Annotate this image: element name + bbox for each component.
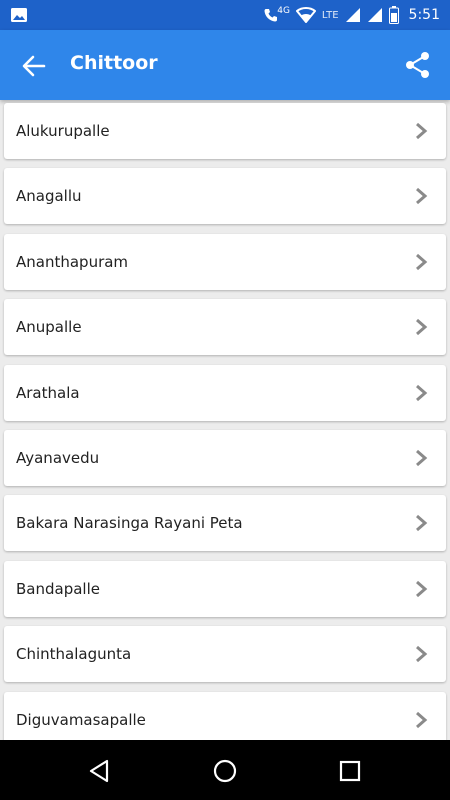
list-item-label: Anagallu (16, 187, 82, 206)
system-nav-bar (0, 740, 450, 800)
battery-icon (388, 6, 399, 24)
chevron-right-icon (416, 188, 428, 205)
back-triangle-icon[interactable] (87, 758, 113, 784)
list-item[interactable]: Ayanavedu (4, 429, 446, 486)
share-icon[interactable] (404, 50, 432, 80)
list-item-label: Arathala (16, 383, 80, 402)
list-item[interactable]: Bandapalle (4, 560, 446, 617)
signal-icon (367, 8, 382, 22)
list-item[interactable]: Anupalle (4, 299, 446, 356)
chevron-right-icon (416, 122, 428, 140)
page-title: Chittoor (70, 52, 158, 74)
list-item-label: Chinthalagunta (16, 645, 132, 664)
list-item[interactable]: Bakara Narasinga Rayani Peta (4, 495, 446, 552)
gallery-icon (11, 8, 27, 22)
signal-icon (345, 8, 360, 22)
list-item-label: Bandapalle (16, 579, 100, 598)
chevron-right-icon (416, 449, 428, 467)
list-item-label: Ananthapuram (16, 252, 129, 271)
list-item-label: Ayanavedu (16, 448, 100, 467)
chevron-right-icon (416, 645, 428, 663)
list-item[interactable]: Arathala (4, 364, 446, 421)
list-item[interactable]: Chinthalagunta (4, 626, 446, 683)
wifi-icon (295, 7, 316, 23)
arrow-back-icon[interactable] (20, 52, 48, 80)
recents-square-icon[interactable] (337, 758, 363, 784)
status-bar: 4G LTE 5:51 (0, 0, 450, 30)
list-item-label: Bakara Narasinga Rayani Peta (16, 514, 243, 533)
home-circle-icon[interactable] (212, 758, 238, 784)
chevron-right-icon (416, 580, 428, 597)
lte-label: LTE (321, 9, 339, 21)
chevron-right-icon (416, 515, 428, 532)
list-item[interactable]: Anagallu (4, 168, 446, 225)
list-item[interactable]: Alukurupalle (4, 103, 446, 159)
chevron-right-icon (416, 253, 428, 270)
network-type: 4G (277, 6, 290, 16)
chevron-right-icon (416, 711, 428, 728)
chevron-right-icon (416, 384, 428, 401)
list-item-label: Anupalle (16, 318, 82, 337)
app-bar: Chittoor (0, 30, 450, 100)
clock: 5:51 (408, 7, 440, 23)
district-list: Alukurupalle Anagallu Ananthapuram Anupa… (4, 103, 446, 757)
list-item-label: Alukurupalle (16, 122, 110, 140)
chevron-right-icon (416, 319, 428, 336)
list-item[interactable]: Ananthapuram (4, 233, 446, 290)
